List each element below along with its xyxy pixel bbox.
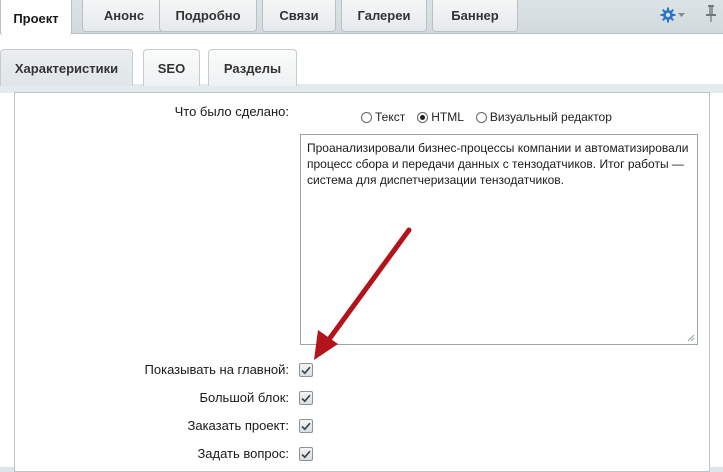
tab-announce[interactable]: Анонс (82, 0, 166, 32)
tab-label: Проект (13, 10, 59, 26)
big-block-label: Большой блок: (199, 390, 290, 405)
tab-label: Разделы (223, 60, 282, 76)
big-block-checkbox[interactable] (299, 391, 313, 405)
radio-checked-icon (417, 111, 429, 123)
tab-label: Галереи (357, 8, 411, 23)
mode-label: Текст (375, 110, 406, 124)
tab-galleries[interactable]: Галереи (341, 0, 427, 32)
tab-banner[interactable]: Баннер (432, 0, 518, 32)
mode-html[interactable]: HTML (417, 110, 464, 124)
done-label: Что было сделано: (174, 104, 289, 119)
sub-tab-bar: Характеристики SEO Разделы (0, 33, 723, 92)
resize-grip-icon[interactable] (687, 334, 695, 342)
mode-label: HTML (431, 110, 464, 124)
tab-label: Анонс (103, 8, 145, 23)
done-textarea[interactable]: Проанализировали бизнес-процессы компани… (300, 134, 698, 345)
order-project-checkbox[interactable] (299, 419, 313, 433)
settings-menu[interactable] (660, 5, 686, 25)
tab-details[interactable]: Подробно (159, 0, 257, 32)
tab-label: Баннер (451, 8, 499, 23)
tab-label: SEO (157, 60, 186, 76)
check-icon (301, 366, 311, 374)
check-icon (301, 394, 311, 402)
tab-links[interactable]: Связи (262, 0, 336, 32)
textarea-value: Проанализировали бизнес-процессы компани… (307, 141, 689, 187)
show-on-main-checkbox[interactable] (299, 363, 313, 377)
check-icon (301, 450, 311, 458)
mode-label: Визуальный редактор (489, 110, 612, 124)
radio-icon (475, 111, 487, 123)
mode-text[interactable]: Текст (361, 110, 405, 124)
mode-visual-editor[interactable]: Визуальный редактор (475, 110, 612, 124)
tab-label: Связи (279, 8, 319, 23)
chevron-down-icon (678, 12, 685, 17)
gear-icon (660, 7, 676, 23)
tab-label: Подробно (175, 8, 241, 23)
tab-label: Характеристики (14, 60, 119, 76)
radio-icon (361, 111, 372, 123)
order-project-label: Заказать проект: (187, 418, 289, 433)
tab-project[interactable]: Проект (0, 0, 72, 36)
ask-question-checkbox[interactable] (299, 447, 313, 461)
subtab-seo[interactable]: SEO (143, 49, 200, 86)
ask-question-label: Задать вопрос: (197, 446, 289, 461)
mode-switch: Текст HTML Визуальный редактор (361, 110, 624, 124)
subtab-sections[interactable]: Разделы (208, 49, 297, 86)
show-on-main-label: Показывать на главной: (144, 362, 289, 377)
subtab-characteristics[interactable]: Характеристики (0, 49, 133, 86)
pin-icon[interactable] (704, 4, 718, 24)
check-icon (301, 422, 311, 430)
